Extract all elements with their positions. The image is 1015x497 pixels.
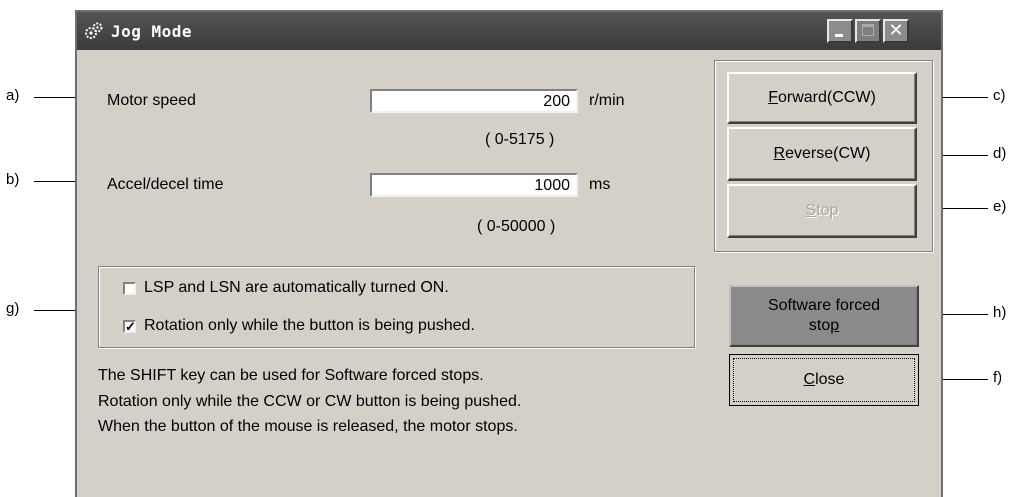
callout-a: a) (6, 87, 20, 104)
shift-note: The SHIFT key can be used for Software f… (98, 367, 484, 384)
gears-icon (85, 22, 103, 39)
software-forced-stop-button[interactable]: Software forced stop (729, 285, 919, 347)
rotation-hold-option[interactable]: ✓ Rotation only while the button is bein… (123, 317, 475, 335)
rotation-note: Rotation only while the CCW or CW button… (98, 393, 522, 410)
callout-e: e) (993, 198, 1007, 215)
stop-button[interactable]: Stop (727, 184, 917, 238)
rotation-hold-checkbox[interactable]: ✓ (123, 319, 136, 333)
lsp-lsn-checkbox[interactable] (123, 281, 136, 295)
reverse-cw-button[interactable]: Reverse(CW) (727, 127, 917, 181)
callout-d: d) (993, 145, 1007, 162)
jog-mode-window: Jog Mode ✕ Motor speed 200 r/min ( 0-517… (75, 10, 943, 497)
callout-h: h) (993, 304, 1007, 321)
motor-speed-label: Motor speed (107, 92, 196, 109)
title-bar[interactable]: Jog Mode ✕ (77, 12, 941, 50)
motor-speed-range: ( 0-5175 ) (485, 131, 555, 148)
callout-b: b) (6, 171, 20, 188)
accel-decel-unit: ms (589, 176, 611, 193)
rotation-hold-label: Rotation only while the button is being … (144, 317, 475, 334)
callout-c: c) (993, 87, 1006, 104)
lsp-lsn-option[interactable]: LSP and LSN are automatically turned ON. (123, 279, 449, 297)
forward-ccw-button[interactable]: Forward(CCW) (727, 72, 917, 124)
release-note: When the button of the mouse is released… (98, 418, 518, 435)
motor-speed-unit: r/min (589, 92, 625, 109)
minimize-icon[interactable] (827, 19, 853, 43)
motor-speed-input[interactable]: 200 (370, 89, 578, 113)
accel-decel-range: ( 0-50000 ) (477, 218, 556, 235)
callout-f: f) (993, 369, 1003, 386)
accel-decel-input[interactable]: 1000 (370, 173, 578, 197)
lsp-lsn-label: LSP and LSN are automatically turned ON. (144, 279, 449, 296)
close-button[interactable]: Close (729, 354, 919, 406)
close-icon[interactable]: ✕ (883, 19, 909, 43)
callout-g: g) (6, 300, 20, 317)
maximize-icon (855, 19, 881, 43)
accel-decel-label: Accel/decel time (107, 176, 224, 193)
window-title: Jog Mode (111, 22, 193, 41)
